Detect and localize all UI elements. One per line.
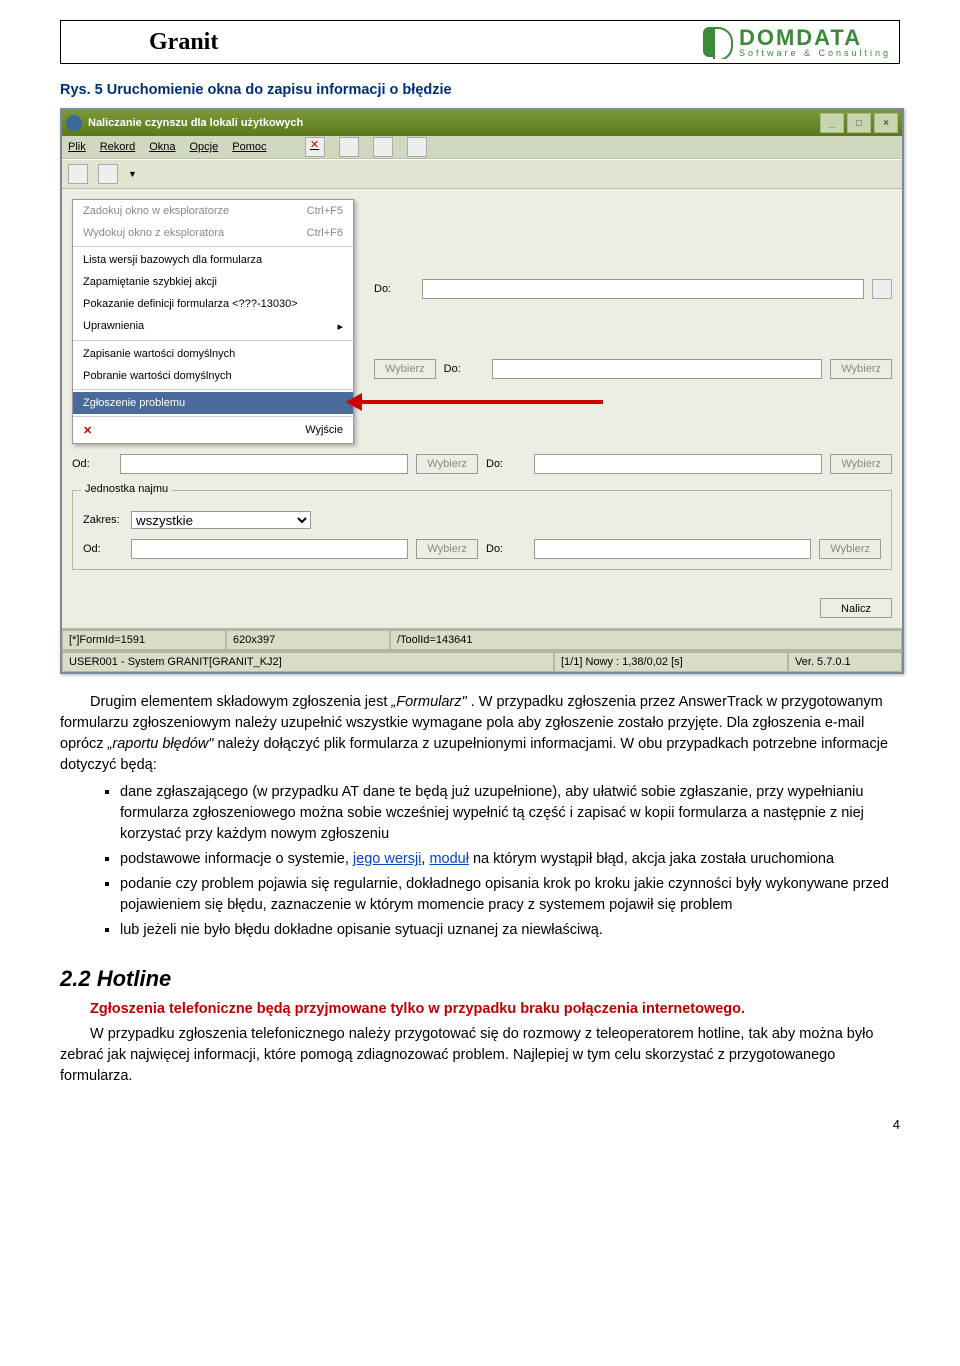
close-button[interactable]: × (874, 113, 898, 133)
callout-arrow-icon (353, 400, 603, 404)
menu-pomoc[interactable]: Pomoc (232, 141, 266, 153)
menu-rekord[interactable]: Rekord (100, 141, 135, 153)
body-text: Drugim elementem składowym zgłoszenia je… (60, 692, 900, 1087)
toolbar-btn[interactable] (98, 164, 118, 184)
menu-item[interactable]: Pobranie wartości domyślnych (73, 365, 353, 387)
menu-item[interactable]: Lista wersji bazowych dla formularza (73, 249, 353, 271)
zakres-label: Zakres: (83, 514, 123, 526)
wybierz-button[interactable]: Wybierz (416, 539, 478, 559)
window-titlebar: Naliczanie czynszu dla lokali użytkowych… (62, 110, 902, 136)
status-bar-2: USER001 - System GRANIT[GRANIT_KJ2] [1/1… (62, 650, 902, 672)
status-version: Ver. 5.7.0.1 (788, 652, 902, 672)
p1b: „Formularz" (391, 694, 466, 710)
picker-icon[interactable] (872, 279, 892, 299)
section-heading: 2.2 Hotline (60, 963, 900, 995)
do-input[interactable] (534, 539, 811, 559)
toolbar-btn[interactable] (68, 164, 88, 184)
od-label: Od: (83, 543, 123, 555)
logo-name: DOMDATA (739, 27, 891, 49)
domdata-logo: DOMDATA Software & Consulting (701, 25, 891, 59)
od-input[interactable] (131, 539, 408, 559)
opcje-dropdown: Zadokuj okno w eksploratorzeCtrl+F5 Wydo… (72, 199, 354, 444)
link-jego-wersji[interactable]: jego wersji (353, 851, 422, 867)
od-label: Od: (72, 458, 112, 470)
list-item: podstawowe informacje o systemie, jego w… (120, 849, 900, 870)
list-item: podanie czy problem pojawia się regularn… (120, 874, 900, 916)
menu-item[interactable]: Uprawnienia (73, 315, 353, 338)
menu-okna[interactable]: Okna (149, 141, 175, 153)
toolbar-stop-icon[interactable]: ✕ (305, 137, 325, 157)
toolbar: ▼ (62, 159, 902, 189)
wybierz-button[interactable]: Wybierz (819, 539, 881, 559)
do-label: Do: (486, 543, 526, 555)
wybierz-button[interactable]: Wybierz (374, 359, 436, 379)
do-label: Do: (486, 458, 526, 470)
minimize-button[interactable]: _ (820, 113, 844, 133)
maximize-button[interactable]: □ (847, 113, 871, 133)
do-label: Do: (374, 283, 414, 295)
toolbar-icon[interactable] (407, 137, 427, 157)
p2: W przypadku zgłoszenia telefonicznego na… (60, 1024, 900, 1087)
hotline-notice: Zgłoszenia telefoniczne będą przyjmowane… (60, 999, 900, 1020)
p1a: Drugim elementem składowym zgłoszenia je… (90, 694, 391, 710)
wybierz-button[interactable]: Wybierz (830, 454, 892, 474)
menu-plik[interactable]: Plik (68, 141, 86, 153)
toolbar-icon[interactable] (339, 137, 359, 157)
do-label: Do: (444, 363, 484, 375)
status-formid: [*]FormId=1591 (62, 630, 226, 650)
do-input[interactable] (422, 279, 864, 299)
group-title: Jednostka najmu (81, 483, 172, 495)
p1d: „raportu błędów" (108, 736, 214, 752)
wybierz-button[interactable]: Wybierz (416, 454, 478, 474)
logo-sub: Software & Consulting (739, 49, 891, 58)
wybierz-button[interactable]: Wybierz (830, 359, 892, 379)
menu-item[interactable]: Zapamiętanie szybkiej akcji (73, 271, 353, 293)
list-item: dane zgłaszającego (w przypadku AT dane … (120, 782, 900, 845)
window-title: Naliczanie czynszu dla lokali użytkowych (88, 117, 303, 129)
menu-item-zgloszenie[interactable]: Zgłoszenie problemu (73, 392, 353, 414)
app-icon (66, 115, 82, 131)
group-jednostka: Jednostka najmu Zakres: wszystkie Od: Wy… (72, 490, 892, 570)
status-dims: 620x397 (226, 630, 390, 650)
do-input[interactable] (492, 359, 823, 379)
menu-item[interactable]: Pokazanie definicji formularza <???-1303… (73, 293, 353, 315)
list-item: lub jeżeli nie było błędu dokładne opisa… (120, 920, 900, 941)
nalicz-button[interactable]: Nalicz (820, 598, 892, 618)
status-toolid: /ToolId=143641 (390, 630, 902, 650)
menu-opcje[interactable]: Opcje (190, 141, 219, 153)
page-number: 4 (60, 1117, 900, 1132)
do-input[interactable] (534, 454, 822, 474)
link-modul[interactable]: moduł (429, 851, 469, 867)
doc-title: Granit (69, 29, 218, 56)
toolbar-icon[interactable] (373, 137, 393, 157)
menu-item[interactable]: Zadokuj okno w eksploratorzeCtrl+F5 (73, 200, 353, 222)
page-header: Granit DOMDATA Software & Consulting (60, 20, 900, 64)
menu-item[interactable]: Zapisanie wartości domyślnych (73, 343, 353, 365)
menu-item[interactable]: Wydokuj okno z eksploratoraCtrl+F6 (73, 222, 353, 244)
menu-item-exit[interactable]: ✕Wyjście (73, 419, 353, 443)
status-nowy: [1/1] Nowy : 1,38/0,02 [s] (554, 652, 788, 672)
figure-caption: Rys. 5 Uruchomienie okna do zapisu infor… (60, 82, 900, 98)
zakres-select[interactable]: wszystkie (131, 511, 311, 529)
app-screenshot: Naliczanie czynszu dla lokali użytkowych… (60, 108, 904, 674)
od-input[interactable] (120, 454, 408, 474)
status-user: USER001 - System GRANIT[GRANIT_KJ2] (62, 652, 554, 672)
logo-icon (701, 25, 735, 59)
menubar: Plik Rekord Okna Opcje Pomoc ✕ (62, 136, 902, 159)
status-bar-1: [*]FormId=1591 620x397 /ToolId=143641 (62, 628, 902, 650)
